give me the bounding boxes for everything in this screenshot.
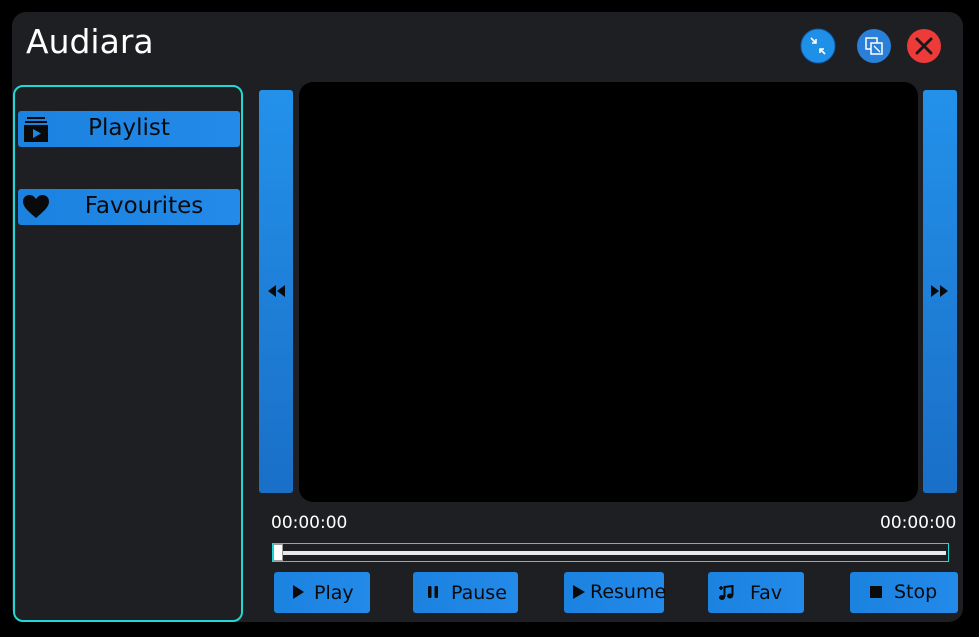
- next-button[interactable]: [923, 90, 957, 493]
- play-button[interactable]: Play: [274, 572, 370, 613]
- stop-button[interactable]: Stop: [850, 572, 958, 613]
- sidebar-item-label: Playlist: [88, 115, 170, 141]
- sidebar-item-label: Favourites: [84, 193, 204, 219]
- minimize-button[interactable]: [800, 28, 836, 64]
- total-time: 00:00:00: [880, 513, 957, 533]
- stop-label: Stop: [894, 581, 938, 603]
- pause-label: Pause: [451, 582, 507, 604]
- previous-button[interactable]: [259, 90, 293, 493]
- play-label: Play: [314, 582, 354, 604]
- current-time: 00:00:00: [271, 513, 348, 533]
- close-icon: [907, 29, 941, 63]
- video-display[interactable]: [299, 82, 918, 502]
- resume-button[interactable]: Resume: [564, 572, 667, 613]
- fav-label: Fav: [750, 582, 783, 604]
- stop-icon: [870, 586, 882, 598]
- app-window: Audiara Playlist Favourites 00:00:00 00:…: [12, 12, 963, 622]
- sidebar-item-playlist[interactable]: Playlist: [18, 111, 240, 147]
- rewind-icon: [268, 285, 285, 297]
- resume-label: Resume: [590, 581, 667, 603]
- close-button[interactable]: [906, 28, 942, 64]
- fast-forward-icon: [931, 285, 948, 297]
- sidebar-item-favourites[interactable]: Favourites: [18, 189, 240, 225]
- play-icon: [573, 585, 585, 599]
- seek-thumb[interactable]: [273, 544, 283, 561]
- collapse-arrows-icon: [800, 28, 836, 64]
- maximize-button[interactable]: [856, 28, 892, 64]
- pause-button[interactable]: Pause: [413, 572, 518, 613]
- fav-button[interactable]: Fav: [708, 572, 804, 613]
- sidebar: Playlist Favourites: [13, 85, 243, 622]
- seek-track: [277, 551, 946, 555]
- play-icon: [293, 585, 304, 599]
- music-notes-icon: [719, 585, 734, 600]
- app-title: Audiara: [26, 22, 154, 61]
- pause-icon: [428, 586, 438, 598]
- seek-slider[interactable]: [272, 543, 949, 562]
- restore-windows-icon: [857, 29, 891, 63]
